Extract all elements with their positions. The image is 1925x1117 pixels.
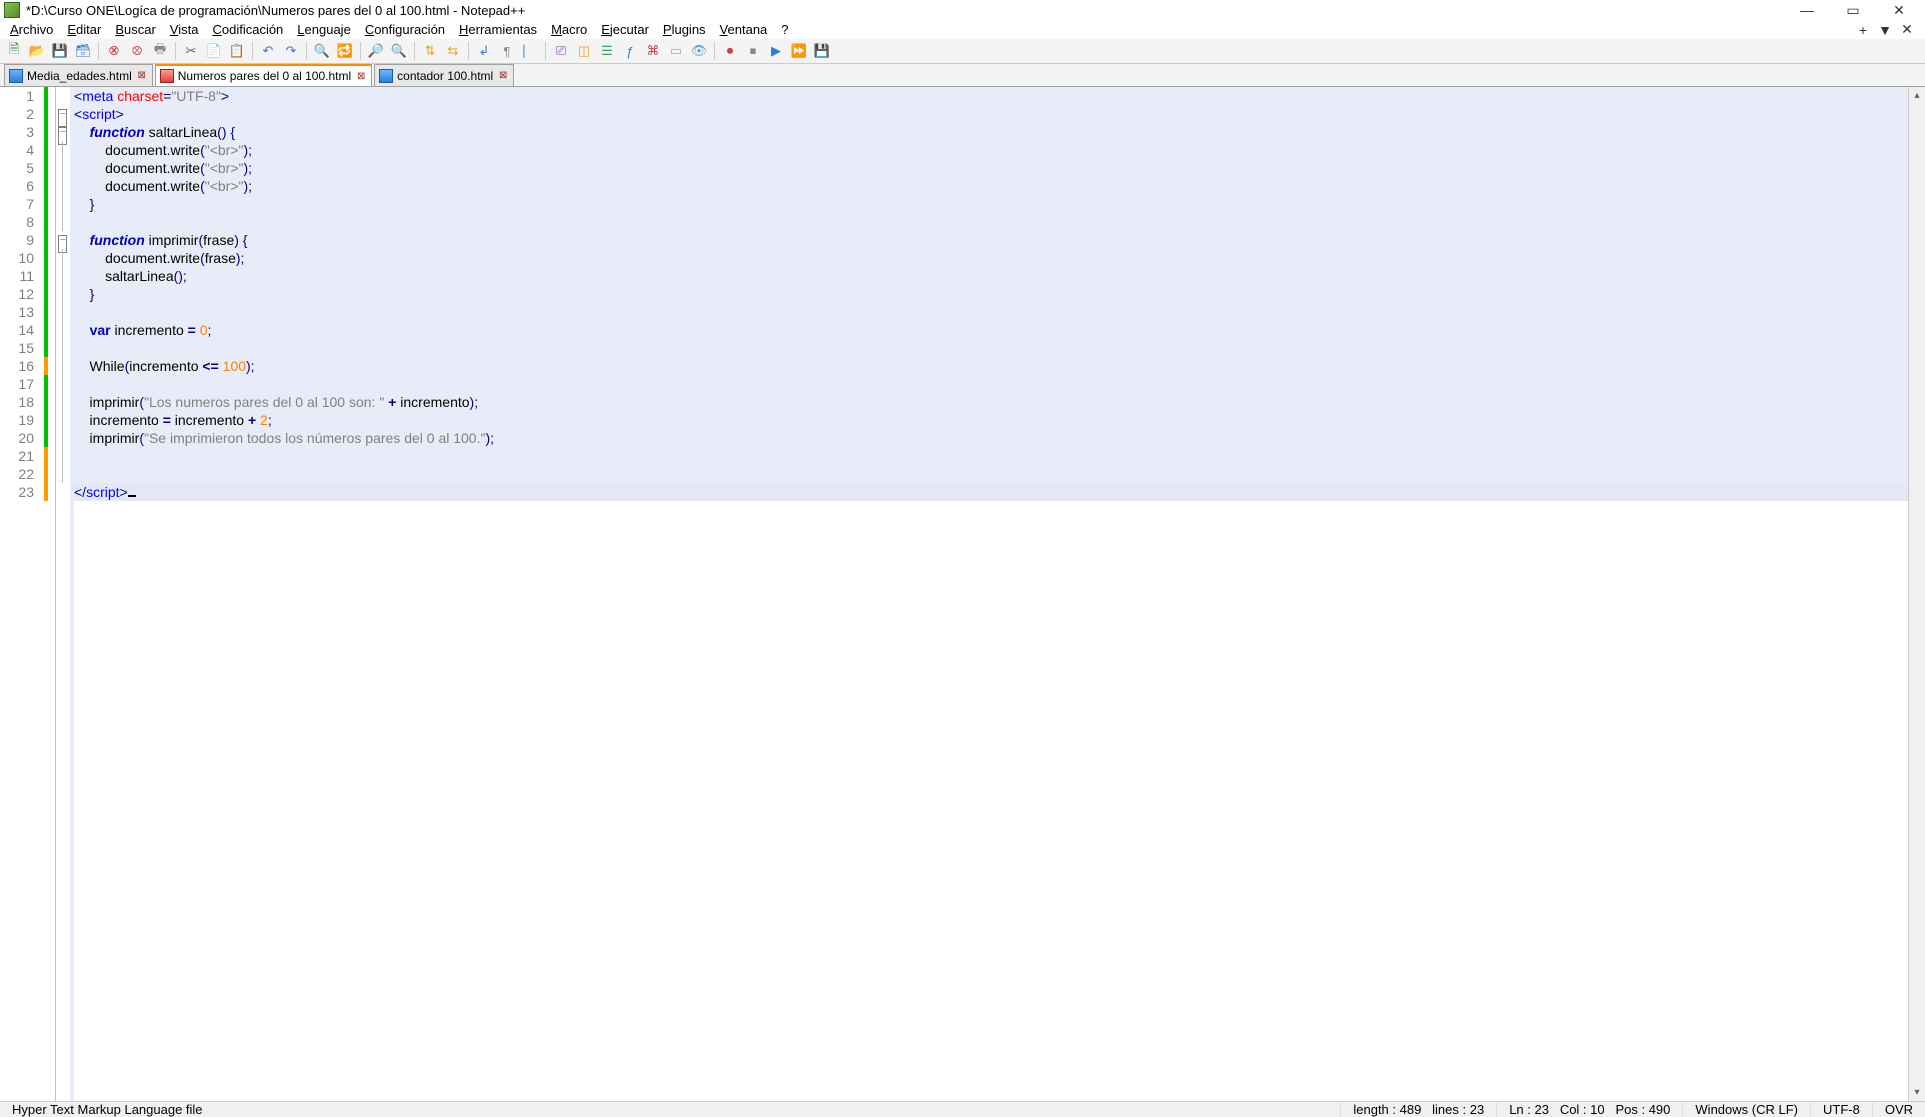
dropdown-icon[interactable]: ▼	[1877, 22, 1893, 38]
close-file-icon[interactable]: ⮿	[104, 41, 124, 61]
status-encoding[interactable]: UTF-8	[1811, 1102, 1873, 1117]
status-insert-mode[interactable]: OVR	[1873, 1102, 1925, 1117]
print-icon[interactable]: 🖶	[150, 41, 170, 61]
tab-close-icon[interactable]: ⊠	[355, 70, 367, 82]
status-length: length : 489 lines : 23	[1341, 1102, 1497, 1117]
menu-lenguaje[interactable]: Lenguaje	[291, 20, 357, 39]
undo-icon[interactable]: ↶	[258, 41, 278, 61]
paste-icon[interactable]: 📋	[227, 41, 247, 61]
menu-editar[interactable]: Editar	[61, 20, 107, 39]
sync-hscroll-icon[interactable]: ⇆	[443, 41, 463, 61]
menu-archivo[interactable]: Archivo	[4, 20, 59, 39]
menu-vista[interactable]: Vista	[164, 20, 205, 39]
tab-label: Numeros pares del 0 al 100.html	[178, 69, 351, 83]
menu-herramientas[interactable]: Herramientas	[453, 20, 543, 39]
toolbar: 🗎 📂 💾 🗃 ⮿ ⮾ 🖶 ✂ 📄 📋 ↶ ↷ 🔍 🔁 🔎 🔍 ⇅ ⇆ ↲ ¶ …	[0, 39, 1925, 64]
close-all-icon[interactable]: ⮾	[127, 41, 147, 61]
code-content[interactable]: <meta charset="UTF-8"><script> function …	[70, 87, 1908, 1101]
status-eol[interactable]: Windows (CR LF)	[1683, 1102, 1811, 1117]
find-icon[interactable]: 🔍	[312, 41, 332, 61]
zoom-in-icon[interactable]: 🔎	[366, 41, 386, 61]
doc-map-icon[interactable]: ◫	[574, 41, 594, 61]
save-macro-icon[interactable]: 💾	[812, 41, 832, 61]
menu-macro[interactable]: Macro	[545, 20, 593, 39]
wordwrap-icon[interactable]: ↲	[474, 41, 494, 61]
cut-icon[interactable]: ✂	[181, 41, 201, 61]
tab-2[interactable]: contador 100.html ⊠	[374, 64, 514, 86]
code-editor[interactable]: 1234567891011121314151617181920212223 <m…	[0, 87, 1908, 1101]
all-chars-icon[interactable]: ¶	[497, 41, 517, 61]
status-position: Ln : 23 Col : 10 Pos : 490	[1497, 1102, 1683, 1117]
tab-0[interactable]: Media_edades.html ⊠	[4, 64, 153, 86]
menu-codificacion[interactable]: Codificación	[206, 20, 289, 39]
menu-configuracion[interactable]: Configuración	[359, 20, 451, 39]
sync-vscroll-icon[interactable]: ⇅	[420, 41, 440, 61]
tab-strip: Media_edades.html⊠Numeros pares del 0 al…	[0, 64, 1925, 87]
tab-label: contador 100.html	[397, 69, 493, 83]
lang-icon[interactable]: ⎚	[551, 41, 571, 61]
indent-guide-icon[interactable]: ⎸	[520, 41, 540, 61]
menu-help[interactable]: ?	[775, 20, 794, 39]
new-file-icon[interactable]: 🗎	[4, 41, 24, 61]
menu-plugins[interactable]: Plugins	[657, 20, 712, 39]
play-multi-icon[interactable]: ⏩	[789, 41, 809, 61]
vertical-scrollbar[interactable]: ▴ ▾	[1908, 87, 1925, 1101]
stop-macro-icon[interactable]: ⏹	[743, 41, 763, 61]
tab-close-icon[interactable]: ⊠	[136, 70, 148, 82]
doc-list-icon[interactable]: ☰	[597, 41, 617, 61]
scroll-down-icon[interactable]: ▾	[1909, 1084, 1925, 1101]
func-list-icon[interactable]: ƒ	[620, 41, 640, 61]
record-macro-icon[interactable]: ⏺	[720, 41, 740, 61]
redo-icon[interactable]: ↷	[281, 41, 301, 61]
line-number-gutter: 1234567891011121314151617181920212223	[0, 87, 42, 1101]
maximize-button[interactable]: ▭	[1839, 0, 1867, 20]
menu-bar: Archivo Editar Buscar Vista Codificación…	[0, 20, 1925, 39]
monitoring-icon[interactable]: ▭	[666, 41, 686, 61]
tab-close-icon[interactable]: ⊠	[497, 70, 509, 82]
zoom-out-icon[interactable]: 🔍	[389, 41, 409, 61]
status-filetype: Hyper Text Markup Language file	[0, 1102, 1341, 1117]
title-bar: *D:\Curso ONE\Logíca de programación\Num…	[0, 0, 1925, 20]
file-saved-icon	[9, 69, 23, 83]
file-saved-icon	[379, 69, 393, 83]
monitoring-eye-icon[interactable]: 👁	[689, 41, 709, 61]
folder-workspace-icon[interactable]: ⌘	[643, 41, 663, 61]
fold-gutter[interactable]	[56, 87, 70, 1101]
status-bar: Hyper Text Markup Language file length :…	[0, 1101, 1925, 1117]
close-button[interactable]: ✕	[1885, 0, 1913, 20]
replace-icon[interactable]: 🔁	[335, 41, 355, 61]
add-icon[interactable]: +	[1855, 22, 1871, 38]
tab-1[interactable]: Numeros pares del 0 al 100.html ⊠	[155, 64, 372, 86]
app-icon	[4, 2, 20, 18]
save-icon[interactable]: 💾	[50, 41, 70, 61]
minimize-button[interactable]: —	[1793, 0, 1821, 20]
menu-buscar[interactable]: Buscar	[109, 20, 161, 39]
tab-label: Media_edades.html	[27, 69, 132, 83]
window-title: *D:\Curso ONE\Logíca de programación\Num…	[26, 3, 1793, 18]
copy-icon[interactable]: 📄	[204, 41, 224, 61]
file-modified-icon	[160, 69, 174, 83]
change-marker-gutter	[42, 87, 56, 1101]
close-panel-icon[interactable]: ✕	[1899, 22, 1915, 38]
play-macro-icon[interactable]: ▶	[766, 41, 786, 61]
open-file-icon[interactable]: 📂	[27, 41, 47, 61]
menu-ejecutar[interactable]: Ejecutar	[595, 20, 655, 39]
scroll-up-icon[interactable]: ▴	[1909, 87, 1925, 104]
menu-ventana[interactable]: Ventana	[714, 20, 774, 39]
save-all-icon[interactable]: 🗃	[73, 41, 93, 61]
editor-area: 1234567891011121314151617181920212223 <m…	[0, 87, 1925, 1101]
